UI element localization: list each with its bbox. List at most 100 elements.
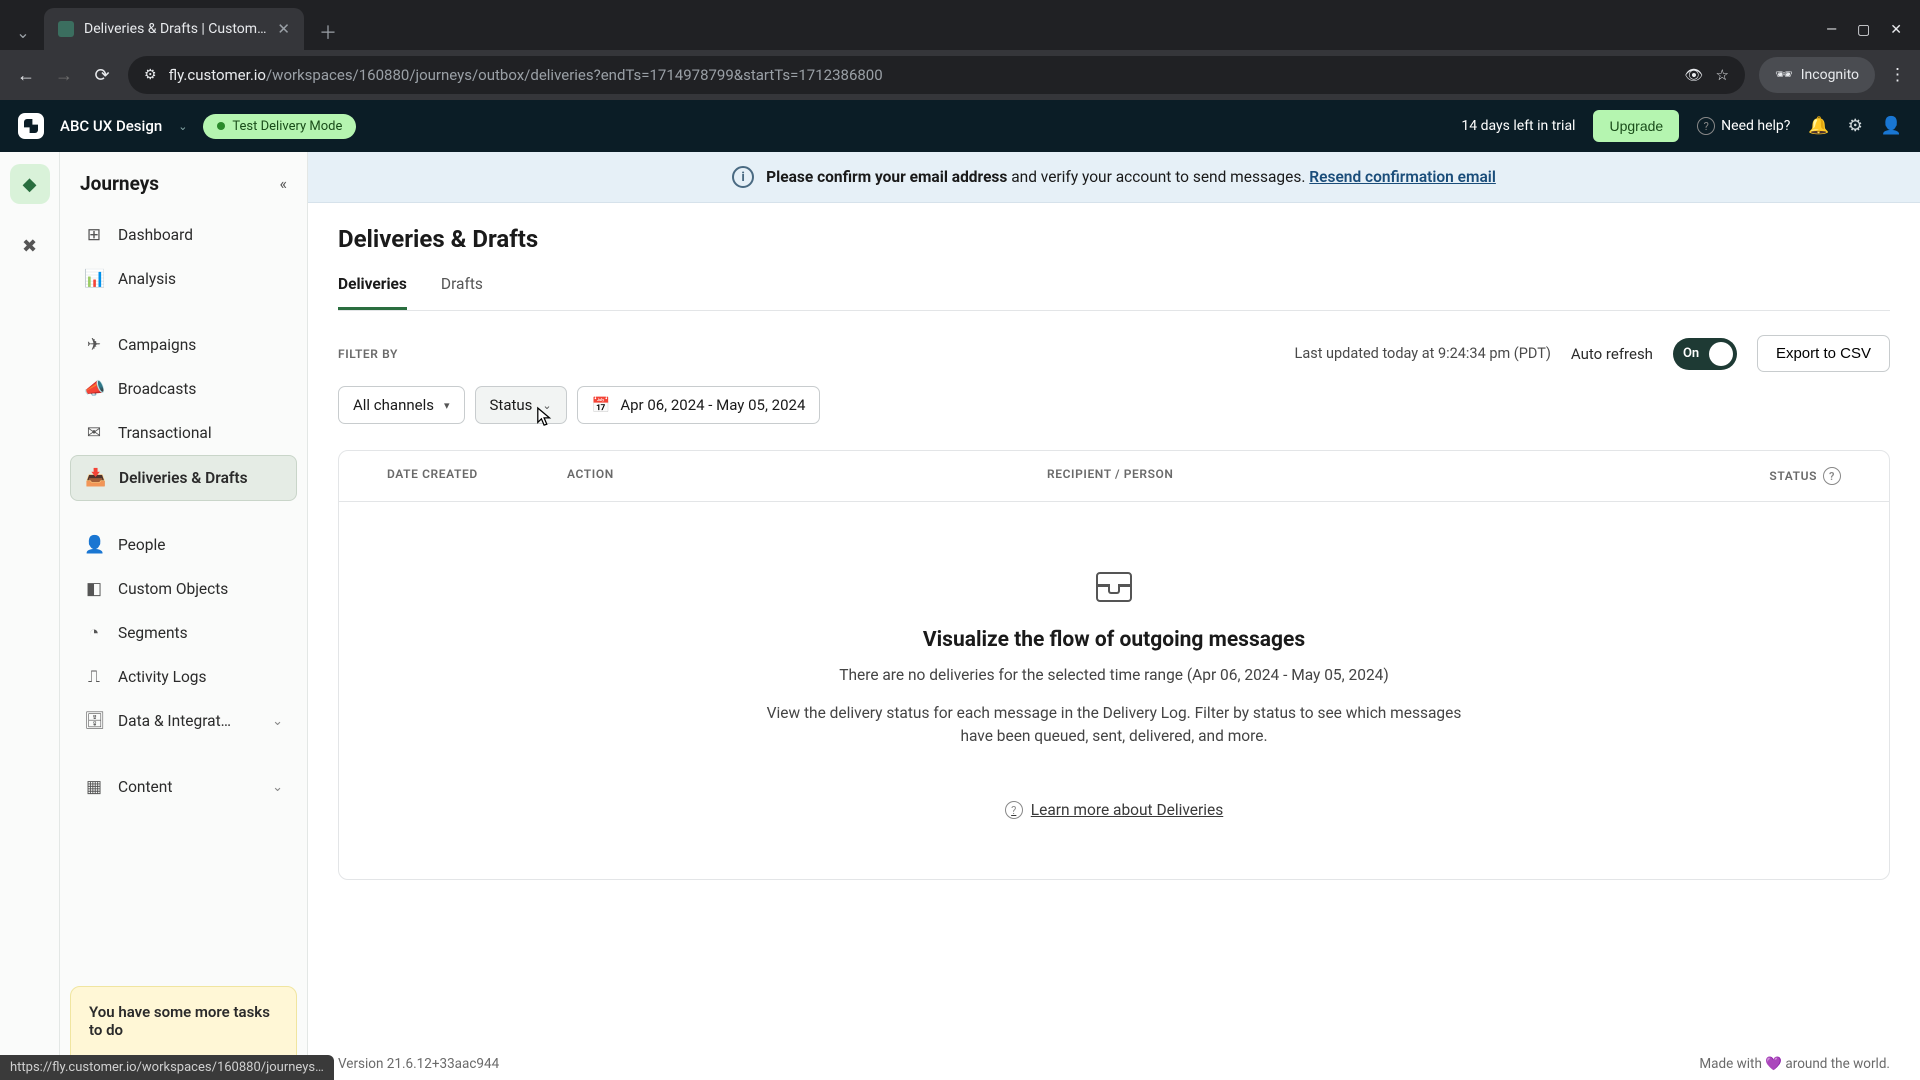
channels-filter-label: All channels <box>353 396 434 414</box>
sidebar-item-label: Custom Objects <box>118 580 228 598</box>
person-icon: 👤 <box>84 535 104 555</box>
tab-search-dropdown[interactable]: ⌄ <box>8 14 38 50</box>
cube-icon: ◧ <box>84 579 104 599</box>
auto-refresh-toggle[interactable]: On <box>1673 338 1737 370</box>
export-csv-button[interactable]: Export to CSV <box>1757 335 1890 372</box>
upgrade-button[interactable]: Upgrade <box>1593 110 1679 142</box>
chart-icon: 📊 <box>84 269 104 289</box>
sidebar-item-analysis[interactable]: 📊Analysis <box>70 257 297 301</box>
trial-text: 14 days left in trial <box>1461 118 1575 134</box>
inbox-icon: 📥 <box>85 468 105 488</box>
footer-tagline: Made with 💜 around the world. <box>1699 1056 1890 1072</box>
pulse-icon: ⎍ <box>84 667 104 687</box>
banner-bold: Please confirm your email address <box>766 168 1007 186</box>
pie-icon: ◔ <box>84 623 104 643</box>
status-filter[interactable]: Status ⌄ <box>475 386 567 424</box>
browser-tab[interactable]: Deliveries & Drafts | Customer... ✕ <box>44 8 304 50</box>
megaphone-icon: 📣 <box>84 379 104 399</box>
incognito-label: Incognito <box>1801 67 1859 83</box>
help-link[interactable]: ? Need help? <box>1697 117 1790 135</box>
chevron-down-icon[interactable]: ⌄ <box>178 120 187 133</box>
chevron-down-icon: ⌄ <box>272 780 283 795</box>
sidebar-item-label: Deliveries & Drafts <box>119 469 248 487</box>
inbox-empty-icon <box>1096 572 1132 602</box>
avatar-icon[interactable]: 👤 <box>1881 116 1902 136</box>
address-bar[interactable]: ⚙ fly.customer.io/workspaces/160880/jour… <box>128 56 1745 94</box>
tab-title: Deliveries & Drafts | Customer... <box>84 21 267 37</box>
forward-icon[interactable]: → <box>52 65 76 86</box>
back-icon[interactable]: ← <box>14 65 38 86</box>
mail-icon: ✉ <box>84 423 104 443</box>
maximize-icon[interactable]: ▢ <box>1857 22 1870 38</box>
sidebar-item-deliveries[interactable]: 📥 Deliveries & Drafts <box>70 455 297 501</box>
rail-secondary[interactable]: ✖ <box>10 226 50 266</box>
col-status-label: STATUS <box>1769 469 1817 483</box>
minimize-icon[interactable]: — <box>1826 22 1837 38</box>
sidebar-title: Journeys <box>80 172 159 195</box>
info-icon: i <box>732 166 754 188</box>
favicon-icon <box>58 21 74 37</box>
date-range-filter[interactable]: 📅 Apr 06, 2024 - May 05, 2024 <box>577 386 821 424</box>
incognito-indicator[interactable]: 🕶 Incognito <box>1759 57 1875 93</box>
sidebar-item-activity-logs[interactable]: ⎍ Activity Logs <box>70 655 297 699</box>
send-icon: ✈ <box>84 335 104 355</box>
channels-filter[interactable]: All channels ▾ <box>338 386 465 424</box>
collapse-icon[interactable]: « <box>279 174 287 193</box>
sidebar-item-label: Segments <box>118 624 188 642</box>
sidebar-item-label: Content <box>118 778 172 796</box>
sidebar-item-transactional[interactable]: ✉ Transactional <box>70 411 297 455</box>
chrome-menu-icon[interactable]: ⋮ <box>1889 65 1906 85</box>
sidebar-item-people[interactable]: 👤People <box>70 523 297 567</box>
sidebar-item-broadcasts[interactable]: 📣 Broadcasts <box>70 367 297 411</box>
col-recipient: RECIPIENT / PERSON <box>1047 467 1731 485</box>
delivery-mode-pill[interactable]: Test Delivery Mode <box>203 114 356 139</box>
last-updated-text: Last updated today at 9:24:34 pm (PDT) <box>1295 345 1551 362</box>
bookmark-icon[interactable]: ☆ <box>1715 66 1728 84</box>
sidebar-item-dashboard[interactable]: ⊞Dashboard <box>70 213 297 257</box>
rail-journeys[interactable]: ◆ <box>10 164 50 204</box>
deliveries-table: DATE CREATED ACTION RECIPIENT / PERSON S… <box>338 450 1890 880</box>
sidebar-item-label: Broadcasts <box>118 380 196 398</box>
eye-off-icon[interactable]: 👁 <box>1684 66 1703 84</box>
learn-more-link[interactable]: ? Learn more about Deliveries <box>1005 801 1224 819</box>
sidebar-item-custom-objects[interactable]: ◧ Custom Objects <box>70 567 297 611</box>
sidebar-item-campaigns[interactable]: ✈Campaigns <box>70 323 297 367</box>
window-close-icon[interactable]: ✕ <box>1890 22 1902 38</box>
close-icon[interactable]: ✕ <box>277 20 290 38</box>
sidebar-item-segments[interactable]: ◔ Segments <box>70 611 297 655</box>
reload-icon[interactable]: ⟳ <box>90 65 114 86</box>
gear-icon[interactable]: ⚙ <box>1848 116 1863 136</box>
sidebar-item-label: Transactional <box>118 424 212 442</box>
status-dot-icon <box>217 122 225 130</box>
tab-deliveries[interactable]: Deliveries <box>338 275 407 310</box>
banner-text: and verify your account to send messages… <box>1007 168 1309 186</box>
toggle-on-label: On <box>1683 346 1699 361</box>
caret-down-icon: ▾ <box>444 399 450 412</box>
layers-icon: 🗄 <box>84 711 104 731</box>
sidebar-item-content[interactable]: ▦ Content ⌄ <box>70 765 297 809</box>
empty-title: Visualize the flow of outgoing messages <box>379 628 1849 652</box>
site-info-icon[interactable]: ⚙ <box>144 67 157 83</box>
version-text: Version 21.6.12+33aac944 <box>338 1056 499 1072</box>
workspace-name[interactable]: ABC UX Design <box>60 117 162 135</box>
browser-status-bar: https://fly.customer.io/workspaces/16088… <box>0 1055 334 1080</box>
filter-by-label: FILTER BY <box>338 347 398 361</box>
chevron-down-icon: ⌄ <box>542 399 551 412</box>
sidebar-item-label: Activity Logs <box>118 668 206 686</box>
help-icon[interactable]: ? <box>1823 467 1841 485</box>
sidebar-item-data-integrations[interactable]: 🗄Data & Integrat…⌄ <box>70 699 297 743</box>
app-logo-icon[interactable] <box>18 113 44 139</box>
table-icon: ▦ <box>84 777 104 797</box>
url-host: fly.customer.io <box>169 66 266 84</box>
auto-refresh-label: Auto refresh <box>1571 345 1653 363</box>
help-icon: ? <box>1697 117 1715 135</box>
tab-drafts[interactable]: Drafts <box>441 275 483 310</box>
calendar-icon: 📅 <box>592 396 611 414</box>
incognito-icon: 🕶 <box>1775 67 1793 83</box>
mode-label: Test Delivery Mode <box>232 119 342 134</box>
url-path: /workspaces/160880/journeys/outbox/deliv… <box>266 66 883 84</box>
col-date-created: DATE CREATED <box>387 467 567 485</box>
bell-icon[interactable]: 🔔 <box>1808 116 1829 136</box>
resend-confirmation-link[interactable]: Resend confirmation email <box>1309 168 1496 186</box>
new-tab-button[interactable]: ＋ <box>310 14 346 50</box>
